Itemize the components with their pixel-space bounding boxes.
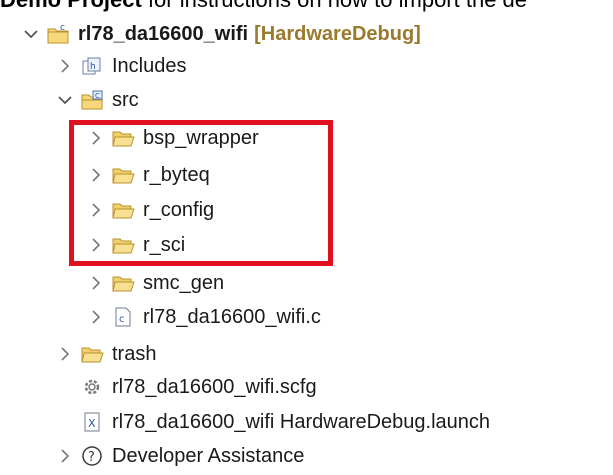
svg-text:C: C (95, 92, 100, 100)
tree-item-bsp-wrapper[interactable]: bsp_wrapper (87, 121, 259, 155)
tree-item-includes[interactable]: h Includes (56, 49, 187, 83)
build-config-label: [HardwareDebug] (254, 22, 421, 45)
chevron-down-icon[interactable] (22, 25, 40, 43)
svg-text:?: ? (88, 450, 95, 465)
tree-item-trash[interactable]: trash (56, 337, 156, 371)
instruction-rest: for instructions on how to import the de (142, 0, 527, 12)
chevron-right-icon[interactable] (87, 274, 105, 292)
folder-icon (111, 164, 135, 186)
chevron-right-icon[interactable] (87, 166, 105, 184)
folder-icon (111, 199, 135, 221)
chevron-right-icon[interactable] (56, 447, 74, 465)
tree-item-project[interactable]: c rl78_da16600_wifi [HardwareDebug] (22, 17, 421, 51)
folder-icon (111, 127, 135, 149)
tree-item-r-byteq[interactable]: r_byteq (87, 158, 210, 192)
chevron-right-icon[interactable] (87, 236, 105, 254)
instruction-bold: Demo Project (0, 0, 142, 12)
chevron-down-icon[interactable] (56, 91, 74, 109)
developer-assistance-label: Developer Assistance (112, 444, 305, 467)
includes-label: Includes (112, 54, 187, 77)
src-label: src (112, 88, 139, 111)
project-name: rl78_da16600_wifi (78, 22, 249, 45)
c-file-label: rl78_da16600_wifi.c (143, 305, 321, 328)
chevron-right-icon[interactable] (56, 57, 74, 75)
tree-item-src[interactable]: C src (56, 83, 139, 117)
includes-icon: h (80, 55, 104, 77)
launch-file-label: rl78_da16600_wifi HardwareDebug.launch (112, 410, 491, 433)
gear-icon (80, 376, 104, 398)
scfg-file-label: rl78_da16600_wifi.scfg (112, 375, 317, 398)
smc-gen-label: smc_gen (143, 271, 225, 294)
tree-item-c-file[interactable]: c rl78_da16600_wifi.c (87, 300, 321, 334)
trash-label: trash (112, 342, 157, 365)
chevron-right-icon[interactable] (87, 129, 105, 147)
c-project-icon: c (46, 23, 70, 45)
c-file-icon: c (111, 306, 135, 328)
tree-item-r-config[interactable]: r_config (87, 193, 214, 227)
r-byteq-label: r_byteq (143, 163, 210, 186)
svg-text:h: h (90, 62, 96, 72)
folder-icon (111, 272, 135, 294)
r-sci-label: r_sci (143, 233, 186, 256)
chevron-right-icon[interactable] (87, 308, 105, 326)
help-icon: ? (80, 445, 104, 467)
tree-item-scfg-file[interactable]: rl78_da16600_wifi.scfg (80, 370, 317, 404)
svg-text:c: c (60, 23, 65, 33)
folder-icon (111, 234, 135, 256)
tree-item-r-sci[interactable]: r_sci (87, 228, 185, 262)
tree-item-developer-assistance[interactable]: ? Developer Assistance (56, 439, 304, 473)
svg-text:c: c (119, 314, 125, 325)
r-config-label: r_config (143, 198, 215, 221)
bsp-wrapper-label: bsp_wrapper (143, 126, 259, 149)
tree-item-launch-file[interactable]: X rl78_da16600_wifi HardwareDebug.launch (80, 405, 490, 439)
folder-icon (80, 343, 104, 365)
chevron-right-icon[interactable] (56, 345, 74, 363)
source-folder-icon: C (80, 89, 104, 111)
chevron-right-icon[interactable] (87, 201, 105, 219)
svg-text:X: X (88, 417, 96, 430)
launch-file-icon: X (80, 411, 104, 433)
instruction-text: Demo Project for instructions on how to … (0, 0, 527, 13)
tree-item-smc-gen[interactable]: smc_gen (87, 266, 224, 300)
